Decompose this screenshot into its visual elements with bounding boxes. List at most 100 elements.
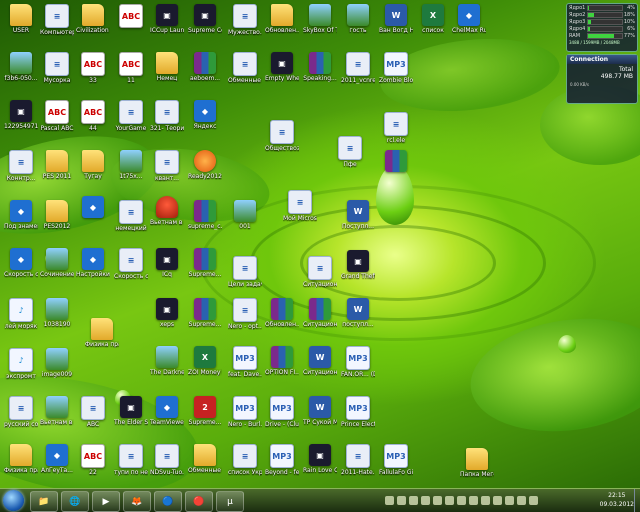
- desktop-icon[interactable]: ABC 44: [76, 100, 110, 132]
- start-button[interactable]: [3, 490, 24, 511]
- desktop-icon[interactable]: гость: [341, 4, 375, 34]
- tray-icon[interactable]: [481, 496, 490, 505]
- desktop-icon[interactable]: ≡русский сочинение: [4, 396, 38, 428]
- desktop-icon[interactable]: Обновлен...: [265, 4, 299, 34]
- network-meter-gadget[interactable]: Connection Total 498.77 MB 0.00 KB/s: [566, 54, 638, 104]
- desktop-icon[interactable]: ≡321- Теория вероятнос...: [150, 100, 184, 132]
- desktop-icon[interactable]: Обновлен...: [265, 298, 299, 328]
- desktop-icon[interactable]: ≡Обществозн ание.rtf: [265, 120, 299, 152]
- desktop-icon[interactable]: ▣Empty When I'm...: [265, 52, 299, 82]
- desktop-icon[interactable]: USER: [4, 4, 38, 34]
- taskbar-pinned-app[interactable]: µ: [216, 491, 244, 512]
- tray-icon[interactable]: [409, 496, 418, 505]
- desktop-icon[interactable]: W Поступл...: [341, 200, 375, 230]
- desktop-icon[interactable]: ♪ лей моряк: [4, 298, 38, 330]
- desktop-icon[interactable]: Ready2012: [188, 150, 222, 180]
- tray-icon[interactable]: [517, 496, 526, 505]
- desktop-icon[interactable]: ◆Скорость сборного...: [4, 248, 38, 278]
- desktop-icon[interactable]: WTP Сукой Моряков...: [303, 396, 337, 426]
- desktop-icon[interactable]: ≡ YourGame: [114, 100, 148, 132]
- tray-icon[interactable]: [493, 496, 502, 505]
- desktop-icon[interactable]: WВан Вогд Hi Fi...: [379, 4, 413, 34]
- desktop-icon[interactable]: ▣ICCup Launcher: [150, 4, 184, 34]
- desktop-icon[interactable]: Supreme...: [188, 298, 222, 328]
- desktop-icon[interactable]: ≡ Мусорка: [40, 52, 74, 84]
- desktop-icon[interactable]: Wпоступл...: [341, 298, 375, 328]
- desktop-icon[interactable]: ♪ экспромт: [4, 348, 38, 380]
- desktop-icon[interactable]: Вьетнам в 20 веке 2003: [40, 396, 74, 426]
- desktop-icon[interactable]: ABC: [114, 4, 148, 29]
- desktop-icon[interactable]: MP3Beyond - feat. David...: [265, 444, 299, 476]
- desktop-icon[interactable]: ABC 22: [76, 444, 110, 476]
- desktop-icon[interactable]: MP3FAN.OR... (Dario...: [341, 346, 375, 378]
- desktop-icon[interactable]: ≡Скорость сборного...: [114, 248, 148, 280]
- desktop-icon[interactable]: ◆: [76, 196, 110, 219]
- desktop-icon[interactable]: MP3Zombie Blo...: [379, 52, 413, 84]
- desktop-icon[interactable]: [379, 150, 413, 173]
- desktop-icon[interactable]: PES 2011: [40, 150, 74, 180]
- desktop-icon[interactable]: Папка Мего: [460, 448, 494, 478]
- desktop-icon[interactable]: The Darkness Hardcore...: [150, 346, 184, 376]
- tray-icon[interactable]: [421, 496, 430, 505]
- desktop-icon[interactable]: ◆Настройки PES2012: [76, 248, 110, 278]
- desktop-icon[interactable]: Civilization V Deluxe Editi...: [76, 4, 110, 34]
- desktop-icon[interactable]: MP3Nero - Burl...: [228, 396, 262, 428]
- desktop-icon[interactable]: ≡ Мужество...: [228, 4, 262, 36]
- tray-icon[interactable]: [397, 496, 406, 505]
- desktop-icon[interactable]: ▣1229549717_1 16-03: [4, 100, 38, 130]
- desktop-icon[interactable]: ≡Ситуацион анализ ф...: [303, 256, 337, 288]
- desktop-icon[interactable]: Вьетнам в 20 веке: [150, 196, 184, 226]
- desktop-icon[interactable]: Сочинение Суханник...: [40, 248, 74, 278]
- desktop-icon[interactable]: image009: [40, 348, 74, 378]
- desktop-icon[interactable]: ABC 33: [76, 52, 110, 84]
- desktop-icon[interactable]: ◆TeamViewer 7: [150, 396, 184, 426]
- desktop-icon[interactable]: Ситуационн анализ...: [303, 298, 337, 328]
- desktop-icon[interactable]: ≡ ABC: [76, 396, 110, 428]
- desktop-icon[interactable]: 2 Supreme...: [188, 396, 222, 426]
- desktop-icon[interactable]: 1038190: [40, 298, 74, 328]
- desktop-icon[interactable]: MP3Drive - (Club London) D...: [265, 396, 299, 428]
- taskbar-pinned-app[interactable]: 📁: [30, 491, 58, 512]
- tray-icon[interactable]: [457, 496, 466, 505]
- desktop-icon[interactable]: MP3FallulaFo Give Un...: [379, 444, 413, 476]
- desktop-icon[interactable]: 1t75x...: [114, 150, 148, 180]
- desktop-icon[interactable]: OPTION FI...: [265, 346, 299, 376]
- taskbar-pinned-app[interactable]: 🔵: [154, 491, 182, 512]
- desktop-icon[interactable]: ≡ Nero - opt...: [228, 298, 262, 330]
- desktop-icon[interactable]: ≡Мой Microsoft...: [283, 190, 317, 222]
- desktop-icon[interactable]: Обменные процесс...: [188, 444, 222, 474]
- desktop-icon[interactable]: aeboem...: [188, 52, 222, 82]
- desktop-icon[interactable]: ≡ немецкий: [114, 200, 148, 232]
- desktop-icon[interactable]: XZOI Money PES 2012: [188, 346, 222, 376]
- desktop-icon[interactable]: ▣The Elder Scrolls...: [114, 396, 148, 426]
- cpu-meter-gadget[interactable]: Ядро1 4% Ядро2 18% Ядро3 10% Ядро4 6% RAM 77% 348…: [566, 3, 638, 52]
- desktop-icon[interactable]: MP3Prince Electr...: [341, 396, 375, 428]
- desktop-icon[interactable]: ≡ Коннтр...: [4, 150, 38, 182]
- desktop-icon[interactable]: ≡Обменные процесс...: [228, 52, 262, 84]
- desktop-icon[interactable]: Xсписок: [416, 4, 450, 34]
- taskbar-pinned-app[interactable]: 🌐: [61, 491, 89, 512]
- desktop-icon[interactable]: ▣Grand Theft Auto IV: [341, 250, 375, 280]
- desktop-icon[interactable]: 001: [228, 200, 262, 230]
- tray-icon[interactable]: [505, 496, 514, 505]
- desktop-icon[interactable]: SkyBox Of The Yes...: [303, 4, 337, 34]
- show-desktop-button[interactable]: [634, 489, 640, 512]
- desktop-icon[interactable]: WСитуацион анализ ф...: [303, 346, 337, 376]
- desktop-icon[interactable]: ≡ 2011-Hate...: [341, 444, 375, 476]
- taskbar-pinned-app[interactable]: 🦊: [123, 491, 151, 512]
- desktop-icon[interactable]: ◆ АлГеуТа...: [40, 444, 74, 474]
- desktop-icon[interactable]: Speaking...: [303, 52, 337, 82]
- desktop-icon[interactable]: Физика правя: [85, 318, 119, 348]
- desktop-icon[interactable]: ≡список Украинс...: [228, 444, 262, 476]
- desktop-icon[interactable]: supreme_c...: [188, 200, 222, 230]
- desktop-icon[interactable]: ≡ квант...: [150, 150, 184, 182]
- tray-icon[interactable]: [433, 496, 442, 505]
- desktop-icon[interactable]: ◆ChelMax Rus: [452, 4, 486, 34]
- tray-icon[interactable]: [529, 496, 538, 505]
- desktop-icon[interactable]: ◆ Яндекс: [188, 100, 222, 130]
- desktop-icon[interactable]: PES2012: [40, 200, 74, 230]
- desktop-icon[interactable]: ≡тупи по немецк.docx: [114, 444, 148, 476]
- desktop-icon[interactable]: ◆Под знаменем...: [4, 200, 38, 230]
- desktop-icon[interactable]: ≡ Компьютер: [40, 4, 74, 36]
- desktop-icon[interactable]: ▣ xeps: [150, 298, 184, 328]
